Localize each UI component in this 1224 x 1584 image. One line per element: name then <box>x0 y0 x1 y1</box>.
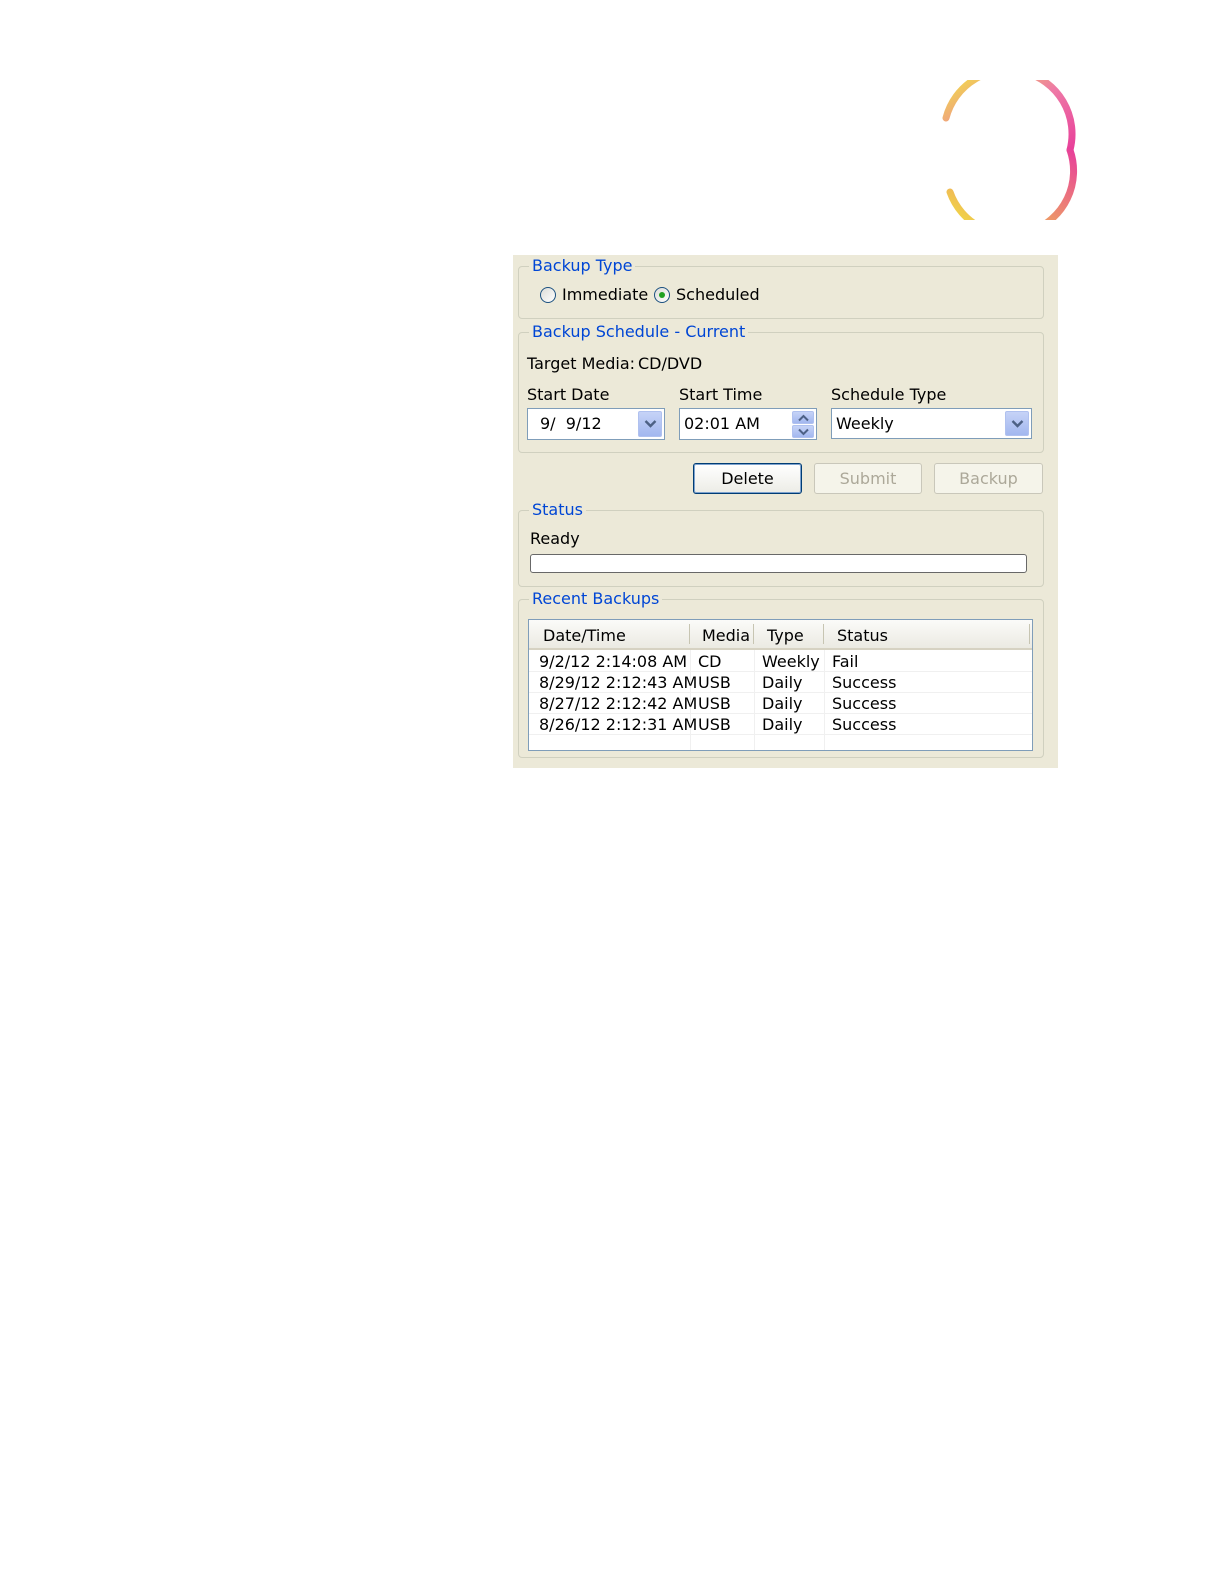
start-date-label: Start Date <box>527 385 610 404</box>
start-time-label: Start Time <box>679 385 763 404</box>
decorative-ring-logo <box>942 80 1078 220</box>
spin-down-icon <box>798 428 809 436</box>
submit-button[interactable]: Submit <box>814 463 922 494</box>
backup-schedule-legend: Backup Schedule - Current <box>532 322 746 341</box>
cell-media: CD <box>698 652 722 671</box>
start-date-value: 9/ 9/12 <box>540 414 602 433</box>
column-header-status[interactable]: Status <box>837 626 888 645</box>
backup-type-legend: Backup Type <box>532 256 633 275</box>
scheduled-radio[interactable] <box>654 287 670 303</box>
column-separator[interactable] <box>823 624 824 644</box>
schedule-type-dropdown-button[interactable] <box>1005 411 1029 436</box>
delete-button[interactable]: Delete <box>693 463 802 494</box>
cell-datetime: 9/2/12 2:14:08 AM <box>539 652 688 671</box>
schedule-type-select[interactable]: Weekly <box>831 408 1032 439</box>
cell-media: USB <box>698 673 731 692</box>
start-date-picker[interactable]: 9/ 9/12 <box>527 408 665 440</box>
backup-button[interactable]: Backup <box>934 463 1043 494</box>
cell-datetime: 8/27/12 2:12:42 AM <box>539 694 698 713</box>
recent-backups-legend: Recent Backups <box>532 589 660 608</box>
cell-media: USB <box>698 694 731 713</box>
cell-status: Fail <box>832 652 859 671</box>
radio-selected-dot <box>659 292 665 298</box>
cell-media: USB <box>698 715 731 734</box>
column-separator[interactable] <box>689 624 690 644</box>
list-header: Date/Time Media Type Status <box>529 620 1032 650</box>
cell-status: Success <box>832 715 897 734</box>
target-media-value: CD/DVD <box>638 354 703 373</box>
cell-datetime: 8/29/12 2:12:43 AM <box>539 673 698 692</box>
start-time-up-button[interactable] <box>792 411 814 424</box>
cell-datetime: 8/26/12 2:12:31 AM <box>539 715 698 734</box>
status-text: Ready <box>530 529 580 548</box>
start-time-down-button[interactable] <box>792 425 814 438</box>
column-header-type[interactable]: Type <box>767 626 804 645</box>
status-legend: Status <box>532 500 583 519</box>
column-header-datetime[interactable]: Date/Time <box>543 626 626 645</box>
immediate-radio-label[interactable]: Immediate <box>562 285 648 305</box>
recent-backups-list[interactable]: Date/Time Media Type Status 9/2/12 2:14:… <box>528 619 1033 751</box>
cell-type: Daily <box>762 694 803 713</box>
chevron-down-icon <box>1011 420 1024 428</box>
backup-panel: Backup Type Immediate Scheduled Backup S… <box>513 255 1058 768</box>
status-group: Status <box>518 501 1044 587</box>
status-progress-bar <box>530 554 1027 573</box>
cell-type: Daily <box>762 673 803 692</box>
column-header-media[interactable]: Media <box>702 626 750 645</box>
table-row[interactable]: 9/2/12 2:14:08 AM CD Weekly Fail <box>529 651 1032 672</box>
start-time-spinner[interactable]: 02:01 AM <box>679 408 817 440</box>
cell-type: Weekly <box>762 652 820 671</box>
spin-up-icon <box>798 414 809 422</box>
schedule-type-value: Weekly <box>836 414 894 433</box>
column-separator <box>1029 624 1030 644</box>
table-row[interactable]: 8/29/12 2:12:43 AM USB Daily Success <box>529 672 1032 693</box>
scheduled-radio-label[interactable]: Scheduled <box>676 285 760 305</box>
cell-type: Daily <box>762 715 803 734</box>
target-media-label: Target Media: <box>527 354 636 373</box>
column-separator[interactable] <box>753 624 754 644</box>
cell-status: Success <box>832 673 897 692</box>
chevron-down-icon <box>644 420 657 428</box>
start-time-value: 02:01 AM <box>684 414 760 433</box>
schedule-type-label: Schedule Type <box>831 385 947 404</box>
immediate-radio[interactable] <box>540 287 556 303</box>
table-row[interactable]: 8/27/12 2:12:42 AM USB Daily Success <box>529 693 1032 714</box>
cell-status: Success <box>832 694 897 713</box>
start-date-dropdown-button[interactable] <box>638 411 662 437</box>
table-row[interactable]: 8/26/12 2:12:31 AM USB Daily Success <box>529 714 1032 735</box>
